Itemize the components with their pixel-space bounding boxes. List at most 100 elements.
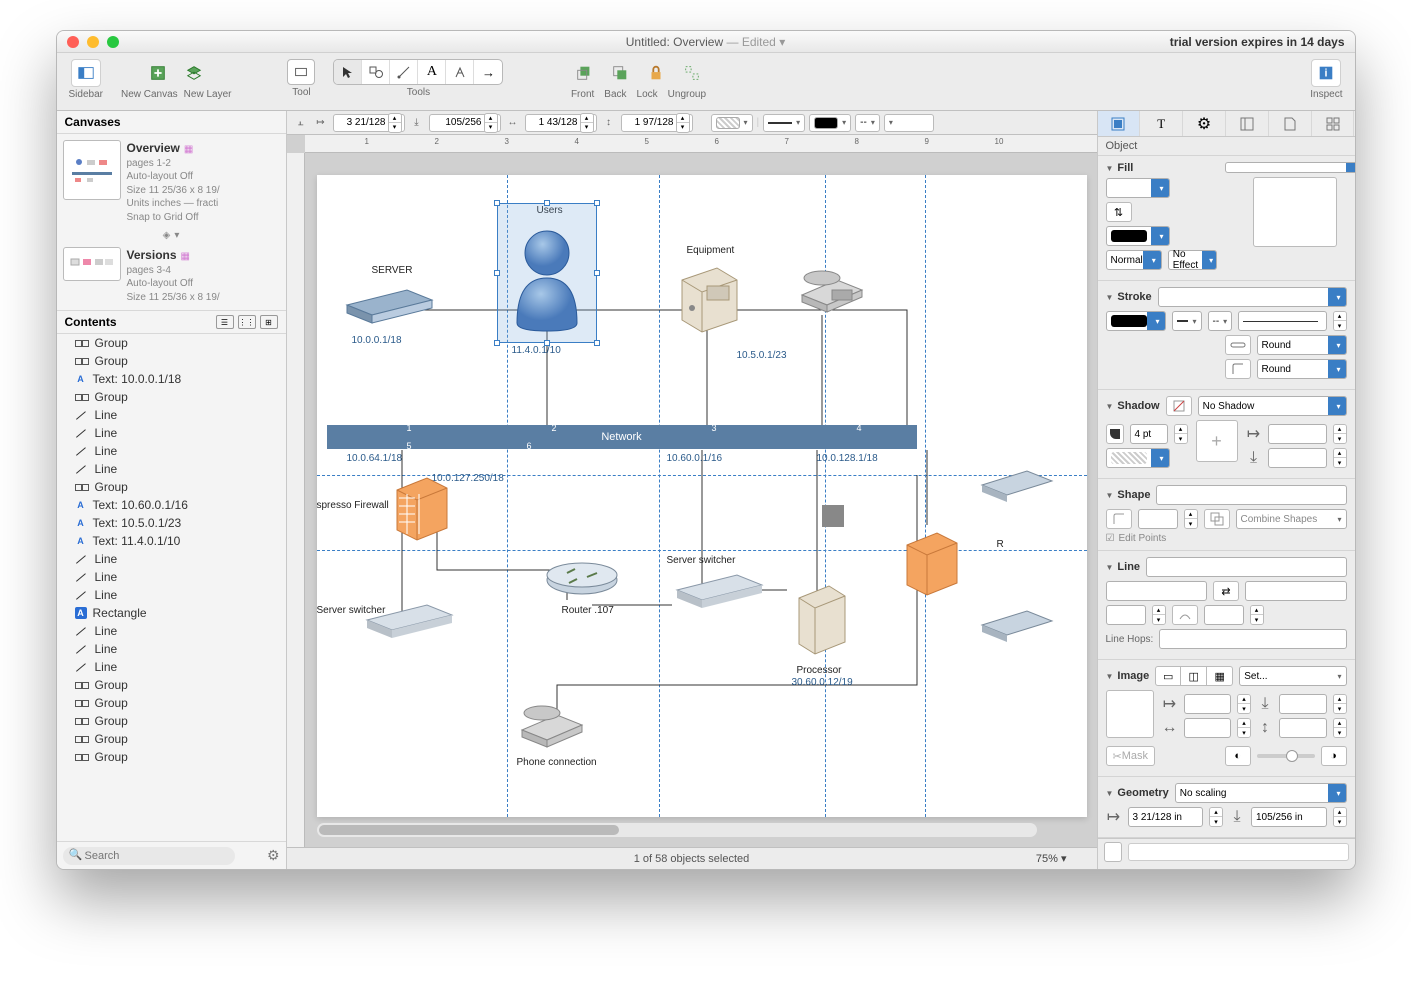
stroke-join-select[interactable]: Round [1257, 359, 1347, 379]
opacity-slider[interactable] [1257, 754, 1315, 758]
contents-item[interactable]: Group [57, 694, 286, 712]
font-quick-select[interactable] [884, 114, 934, 132]
inspect-button[interactable]: i [1311, 59, 1341, 87]
more-tools[interactable]: → [474, 60, 502, 84]
fill-swap-button[interactable]: ⇅ [1106, 202, 1132, 222]
contents-item[interactable]: Line [57, 586, 286, 604]
y-input[interactable] [432, 117, 484, 128]
contents-item[interactable]: Line [57, 550, 286, 568]
contents-item[interactable]: Line [57, 460, 286, 478]
cap-icon-button[interactable] [1225, 335, 1251, 355]
geo-y-input[interactable]: 105/256 in [1251, 807, 1327, 827]
new-layer-button[interactable] [179, 59, 209, 87]
corner-radius-input[interactable] [1138, 509, 1178, 529]
new-canvas-button[interactable] [143, 59, 173, 87]
line-end-size[interactable] [1204, 605, 1244, 625]
image-mode-2[interactable]: ◫ [1181, 666, 1207, 686]
equipment-icon[interactable] [667, 260, 747, 340]
contents-item[interactable]: Group [57, 676, 286, 694]
zoom-level[interactable]: 75% ▾ [1036, 852, 1067, 865]
switcher-icon-2[interactable] [667, 570, 767, 610]
gray-rectangle[interactable] [822, 505, 844, 527]
inspector-tab-canvas[interactable] [1226, 111, 1269, 136]
stroke-style-select[interactable] [1172, 311, 1202, 331]
image-mask-button[interactable]: ✂ Mask [1106, 746, 1156, 766]
y-stepper[interactable]: ▴▾ [484, 113, 498, 133]
geo-y-stepper[interactable]: ▴▾ [1333, 807, 1347, 827]
contents-item[interactable]: Group [57, 478, 286, 496]
line-hops-select[interactable] [1159, 629, 1346, 649]
contents-item[interactable]: Group [57, 712, 286, 730]
inspector-tab-properties[interactable]: ⚙ [1183, 111, 1226, 136]
server-icon[interactable] [337, 285, 437, 325]
style-well-button[interactable] [1104, 842, 1122, 862]
contents-item[interactable]: AText: 10.60.0.1/16 [57, 496, 286, 514]
stroke-type-select[interactable] [1158, 287, 1347, 307]
image-y-stepper[interactable]: ▴▾ [1333, 694, 1347, 714]
shadow-size-input[interactable]: 4 pt [1130, 424, 1168, 444]
phone-fax-icon[interactable] [792, 260, 872, 320]
horizontal-scrollbar[interactable] [317, 823, 1037, 837]
layer-visibility-icon[interactable]: ◈ [163, 230, 171, 241]
contents-item[interactable]: AText: 11.4.0.1/10 [57, 532, 286, 550]
contents-item[interactable]: Line [57, 622, 286, 640]
inspector-tab-stencils[interactable] [1312, 111, 1355, 136]
bring-front-button[interactable] [569, 59, 599, 87]
contents-item[interactable]: Line [57, 424, 286, 442]
image-x-input[interactable] [1184, 694, 1232, 714]
geometry-scaling-select[interactable]: No scaling [1175, 783, 1347, 803]
layer-dropdown-icon[interactable]: ▾ [174, 230, 179, 241]
line-reverse-button[interactable]: ⇄ [1213, 581, 1239, 601]
shadow-color-button[interactable] [1106, 424, 1124, 444]
firewall-icon-2[interactable] [897, 525, 967, 600]
combine-icon-button[interactable] [1204, 509, 1230, 529]
stroke-width-input[interactable] [1238, 311, 1326, 331]
shape-type-select[interactable] [1156, 485, 1346, 505]
line-start-stepper[interactable]: ▴▾ [1152, 605, 1166, 625]
image-x-stepper[interactable]: ▴▾ [1237, 694, 1251, 714]
contents-item[interactable]: AText: 10.0.0.1/18 [57, 370, 286, 388]
line-start-select[interactable] [1106, 581, 1208, 601]
image-y-input[interactable] [1279, 694, 1327, 714]
opacity-max-button[interactable]: ◑ [1321, 746, 1347, 766]
style-name-input[interactable] [1128, 843, 1349, 861]
contents-view-list[interactable]: ☰ [216, 315, 234, 329]
router-icon[interactable] [542, 555, 622, 605]
fill-quick-select[interactable] [711, 114, 753, 132]
contents-item[interactable]: ARectangle [57, 604, 286, 622]
canvas-area[interactable]: 12345678910 [287, 135, 1097, 847]
fill-blend-select[interactable]: Normal [1106, 250, 1162, 270]
fill-color-picker[interactable] [1106, 178, 1170, 198]
inspector-tab-text[interactable]: T [1140, 111, 1183, 136]
image-mode-3[interactable]: ▦ [1207, 666, 1233, 686]
hub-icon-2[interactable] [977, 605, 1057, 645]
vertical-ruler[interactable] [287, 153, 305, 847]
document-title[interactable]: Untitled: Overview — Edited ▾ [57, 35, 1355, 49]
lock-button[interactable] [641, 59, 671, 87]
line-end-select[interactable] [1245, 581, 1347, 601]
processor-icon[interactable] [787, 580, 857, 660]
shape-tool[interactable] [362, 60, 390, 84]
line-start-size[interactable] [1106, 605, 1146, 625]
inspector-tab-document[interactable] [1269, 111, 1312, 136]
shadow-toggle-button[interactable] [1166, 396, 1192, 416]
h-input[interactable] [624, 117, 676, 128]
edit-points-checkbox[interactable]: ☑Edit Points [1106, 533, 1347, 544]
stroke-cap-select[interactable]: Round [1257, 335, 1347, 355]
stroke-dash-select[interactable]: -- [855, 114, 880, 132]
shadow-type-select[interactable]: No Shadow [1198, 396, 1347, 416]
tool-current-button[interactable] [287, 59, 315, 85]
fill-type-select[interactable] [1225, 162, 1354, 173]
join-icon-button[interactable] [1225, 359, 1251, 379]
image-set-select[interactable]: Set... [1239, 666, 1346, 686]
pen-tool[interactable] [446, 60, 474, 84]
fill-effect-select[interactable]: No Effect [1168, 250, 1217, 270]
shadow-x-input[interactable] [1268, 424, 1327, 444]
stroke-color-picker[interactable] [1106, 311, 1166, 331]
phone-icon[interactable] [512, 695, 592, 755]
contents-item[interactable]: Line [57, 568, 286, 586]
shadow-y-input[interactable] [1268, 448, 1327, 468]
contents-view-outline[interactable]: ⋮⋮ [238, 315, 256, 329]
shape-corner-button[interactable] [1106, 509, 1132, 529]
shadow-size-stepper[interactable]: ▴▾ [1174, 424, 1188, 444]
